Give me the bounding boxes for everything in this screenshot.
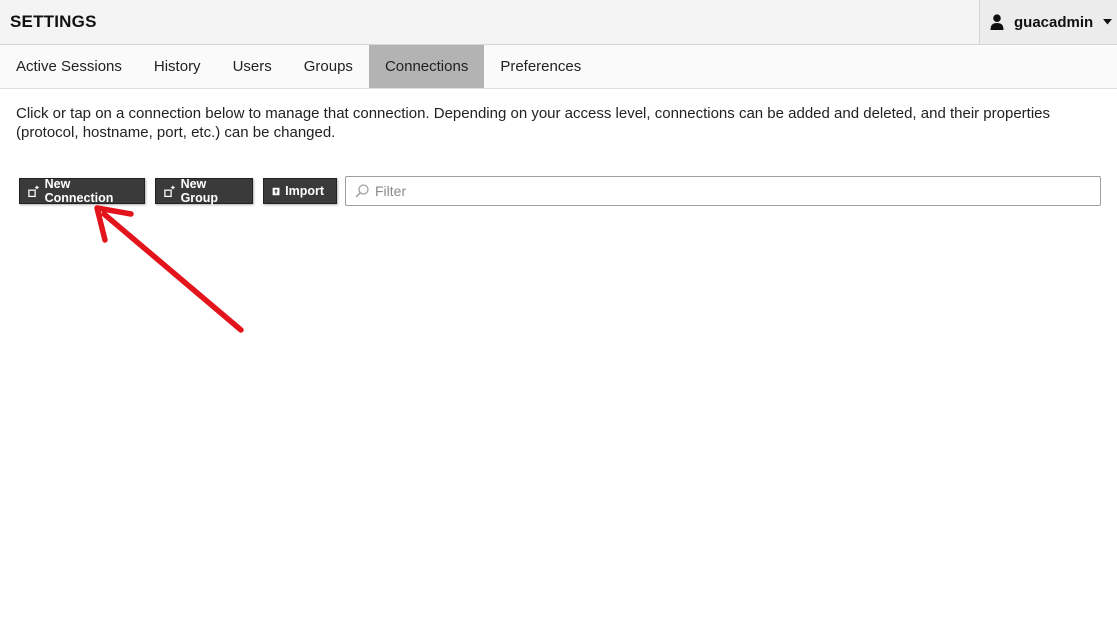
connections-description: Click or tap on a connection below to ma… (16, 105, 1051, 141)
settings-tabs: Active Sessions History Users Groups Con… (0, 45, 1117, 89)
add-connection-icon (28, 185, 39, 197)
import-button[interactable]: Import (263, 178, 337, 204)
caret-down-icon (1103, 19, 1113, 25)
add-group-icon (164, 185, 175, 197)
new-group-button[interactable]: New Group (155, 177, 253, 205)
user-icon (990, 14, 1004, 30)
upload-icon (272, 187, 280, 195)
username: guacadmin (1014, 13, 1094, 31)
new-group-label: New Group (180, 177, 219, 205)
user-menu[interactable]: guacadmin (979, 0, 1117, 44)
import-label: Import (285, 184, 324, 198)
filter-input[interactable] (375, 178, 1100, 204)
tab-users[interactable]: Users (217, 45, 288, 88)
new-connection-button[interactable]: New Connection (19, 177, 145, 205)
search-icon (355, 184, 369, 198)
annotation-arrow-icon (94, 205, 244, 333)
tab-connections[interactable]: Connections (368, 45, 485, 88)
tab-groups[interactable]: Groups (288, 45, 369, 88)
tab-history[interactable]: History (138, 45, 217, 88)
tab-active-sessions[interactable]: Active Sessions (0, 45, 138, 88)
header-bar: SETTINGS guacadmin (0, 0, 1117, 45)
filter-box (345, 176, 1101, 206)
tab-preferences[interactable]: Preferences (484, 45, 597, 88)
page-title: SETTINGS (10, 12, 97, 31)
new-connection-label: New Connection (44, 177, 114, 205)
